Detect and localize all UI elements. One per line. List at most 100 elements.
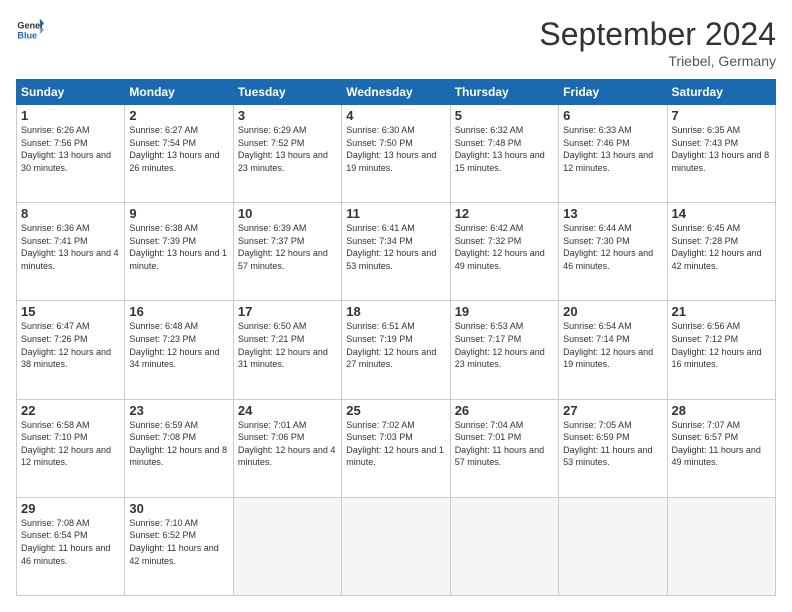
week-row-1: 1Sunrise: 6:26 AM Sunset: 7:56 PM Daylig… bbox=[17, 105, 776, 203]
day-cell: 4Sunrise: 6:30 AM Sunset: 7:50 PM Daylig… bbox=[342, 105, 450, 203]
day-info: Sunrise: 6:29 AM Sunset: 7:52 PM Dayligh… bbox=[238, 124, 337, 174]
day-info: Sunrise: 7:01 AM Sunset: 7:06 PM Dayligh… bbox=[238, 419, 337, 469]
week-row-5: 29Sunrise: 7:08 AM Sunset: 6:54 PM Dayli… bbox=[17, 497, 776, 595]
day-cell: 2Sunrise: 6:27 AM Sunset: 7:54 PM Daylig… bbox=[125, 105, 233, 203]
logo: General Blue bbox=[16, 16, 44, 44]
day-info: Sunrise: 7:07 AM Sunset: 6:57 PM Dayligh… bbox=[672, 419, 771, 469]
day-number: 13 bbox=[563, 206, 662, 221]
day-info: Sunrise: 6:59 AM Sunset: 7:08 PM Dayligh… bbox=[129, 419, 228, 469]
day-cell: 18Sunrise: 6:51 AM Sunset: 7:19 PM Dayli… bbox=[342, 301, 450, 399]
day-number: 6 bbox=[563, 108, 662, 123]
day-info: Sunrise: 7:10 AM Sunset: 6:52 PM Dayligh… bbox=[129, 517, 228, 567]
day-number: 2 bbox=[129, 108, 228, 123]
day-info: Sunrise: 6:48 AM Sunset: 7:23 PM Dayligh… bbox=[129, 320, 228, 370]
day-cell: 11Sunrise: 6:41 AM Sunset: 7:34 PM Dayli… bbox=[342, 203, 450, 301]
week-row-3: 15Sunrise: 6:47 AM Sunset: 7:26 PM Dayli… bbox=[17, 301, 776, 399]
day-cell: 16Sunrise: 6:48 AM Sunset: 7:23 PM Dayli… bbox=[125, 301, 233, 399]
day-number: 5 bbox=[455, 108, 554, 123]
day-info: Sunrise: 6:38 AM Sunset: 7:39 PM Dayligh… bbox=[129, 222, 228, 272]
day-cell: 13Sunrise: 6:44 AM Sunset: 7:30 PM Dayli… bbox=[559, 203, 667, 301]
day-number: 23 bbox=[129, 403, 228, 418]
day-number: 22 bbox=[21, 403, 120, 418]
day-info: Sunrise: 7:04 AM Sunset: 7:01 PM Dayligh… bbox=[455, 419, 554, 469]
day-number: 18 bbox=[346, 304, 445, 319]
day-cell: 25Sunrise: 7:02 AM Sunset: 7:03 PM Dayli… bbox=[342, 399, 450, 497]
day-cell bbox=[233, 497, 341, 595]
day-cell: 14Sunrise: 6:45 AM Sunset: 7:28 PM Dayli… bbox=[667, 203, 775, 301]
day-number: 17 bbox=[238, 304, 337, 319]
col-tuesday: Tuesday bbox=[233, 80, 341, 105]
day-number: 7 bbox=[672, 108, 771, 123]
day-number: 4 bbox=[346, 108, 445, 123]
day-cell: 10Sunrise: 6:39 AM Sunset: 7:37 PM Dayli… bbox=[233, 203, 341, 301]
day-cell: 27Sunrise: 7:05 AM Sunset: 6:59 PM Dayli… bbox=[559, 399, 667, 497]
day-number: 26 bbox=[455, 403, 554, 418]
location: Triebel, Germany bbox=[539, 53, 776, 69]
day-number: 16 bbox=[129, 304, 228, 319]
day-cell: 3Sunrise: 6:29 AM Sunset: 7:52 PM Daylig… bbox=[233, 105, 341, 203]
day-info: Sunrise: 6:56 AM Sunset: 7:12 PM Dayligh… bbox=[672, 320, 771, 370]
day-number: 30 bbox=[129, 501, 228, 516]
day-info: Sunrise: 6:47 AM Sunset: 7:26 PM Dayligh… bbox=[21, 320, 120, 370]
title-block: September 2024 Triebel, Germany bbox=[539, 16, 776, 69]
day-info: Sunrise: 6:26 AM Sunset: 7:56 PM Dayligh… bbox=[21, 124, 120, 174]
day-cell: 15Sunrise: 6:47 AM Sunset: 7:26 PM Dayli… bbox=[17, 301, 125, 399]
day-number: 20 bbox=[563, 304, 662, 319]
page: General Blue September 2024 Triebel, Ger… bbox=[0, 0, 792, 612]
day-number: 12 bbox=[455, 206, 554, 221]
week-row-4: 22Sunrise: 6:58 AM Sunset: 7:10 PM Dayli… bbox=[17, 399, 776, 497]
day-number: 14 bbox=[672, 206, 771, 221]
svg-text:Blue: Blue bbox=[17, 30, 37, 40]
calendar: Sunday Monday Tuesday Wednesday Thursday… bbox=[16, 79, 776, 596]
day-number: 27 bbox=[563, 403, 662, 418]
day-info: Sunrise: 7:08 AM Sunset: 6:54 PM Dayligh… bbox=[21, 517, 120, 567]
day-info: Sunrise: 7:02 AM Sunset: 7:03 PM Dayligh… bbox=[346, 419, 445, 469]
day-cell: 29Sunrise: 7:08 AM Sunset: 6:54 PM Dayli… bbox=[17, 497, 125, 595]
month-title: September 2024 bbox=[539, 16, 776, 53]
day-info: Sunrise: 6:27 AM Sunset: 7:54 PM Dayligh… bbox=[129, 124, 228, 174]
calendar-header-row: Sunday Monday Tuesday Wednesday Thursday… bbox=[17, 80, 776, 105]
day-info: Sunrise: 6:36 AM Sunset: 7:41 PM Dayligh… bbox=[21, 222, 120, 272]
day-cell bbox=[342, 497, 450, 595]
col-friday: Friday bbox=[559, 80, 667, 105]
day-cell: 21Sunrise: 6:56 AM Sunset: 7:12 PM Dayli… bbox=[667, 301, 775, 399]
day-number: 9 bbox=[129, 206, 228, 221]
day-info: Sunrise: 7:05 AM Sunset: 6:59 PM Dayligh… bbox=[563, 419, 662, 469]
day-cell: 5Sunrise: 6:32 AM Sunset: 7:48 PM Daylig… bbox=[450, 105, 558, 203]
col-monday: Monday bbox=[125, 80, 233, 105]
day-number: 24 bbox=[238, 403, 337, 418]
day-info: Sunrise: 6:30 AM Sunset: 7:50 PM Dayligh… bbox=[346, 124, 445, 174]
day-number: 25 bbox=[346, 403, 445, 418]
day-cell: 1Sunrise: 6:26 AM Sunset: 7:56 PM Daylig… bbox=[17, 105, 125, 203]
day-cell: 23Sunrise: 6:59 AM Sunset: 7:08 PM Dayli… bbox=[125, 399, 233, 497]
day-number: 10 bbox=[238, 206, 337, 221]
day-number: 1 bbox=[21, 108, 120, 123]
col-thursday: Thursday bbox=[450, 80, 558, 105]
day-cell: 20Sunrise: 6:54 AM Sunset: 7:14 PM Dayli… bbox=[559, 301, 667, 399]
day-cell: 8Sunrise: 6:36 AM Sunset: 7:41 PM Daylig… bbox=[17, 203, 125, 301]
day-cell: 17Sunrise: 6:50 AM Sunset: 7:21 PM Dayli… bbox=[233, 301, 341, 399]
day-cell: 26Sunrise: 7:04 AM Sunset: 7:01 PM Dayli… bbox=[450, 399, 558, 497]
logo-icon: General Blue bbox=[16, 16, 44, 44]
day-info: Sunrise: 6:39 AM Sunset: 7:37 PM Dayligh… bbox=[238, 222, 337, 272]
day-cell: 30Sunrise: 7:10 AM Sunset: 6:52 PM Dayli… bbox=[125, 497, 233, 595]
day-info: Sunrise: 6:51 AM Sunset: 7:19 PM Dayligh… bbox=[346, 320, 445, 370]
day-number: 11 bbox=[346, 206, 445, 221]
day-info: Sunrise: 6:35 AM Sunset: 7:43 PM Dayligh… bbox=[672, 124, 771, 174]
day-info: Sunrise: 6:53 AM Sunset: 7:17 PM Dayligh… bbox=[455, 320, 554, 370]
day-cell: 9Sunrise: 6:38 AM Sunset: 7:39 PM Daylig… bbox=[125, 203, 233, 301]
day-info: Sunrise: 6:32 AM Sunset: 7:48 PM Dayligh… bbox=[455, 124, 554, 174]
day-info: Sunrise: 6:45 AM Sunset: 7:28 PM Dayligh… bbox=[672, 222, 771, 272]
day-info: Sunrise: 6:44 AM Sunset: 7:30 PM Dayligh… bbox=[563, 222, 662, 272]
day-cell: 24Sunrise: 7:01 AM Sunset: 7:06 PM Dayli… bbox=[233, 399, 341, 497]
day-cell: 6Sunrise: 6:33 AM Sunset: 7:46 PM Daylig… bbox=[559, 105, 667, 203]
day-cell bbox=[667, 497, 775, 595]
day-cell: 7Sunrise: 6:35 AM Sunset: 7:43 PM Daylig… bbox=[667, 105, 775, 203]
day-cell: 19Sunrise: 6:53 AM Sunset: 7:17 PM Dayli… bbox=[450, 301, 558, 399]
col-sunday: Sunday bbox=[17, 80, 125, 105]
day-cell: 28Sunrise: 7:07 AM Sunset: 6:57 PM Dayli… bbox=[667, 399, 775, 497]
day-info: Sunrise: 6:50 AM Sunset: 7:21 PM Dayligh… bbox=[238, 320, 337, 370]
day-info: Sunrise: 6:42 AM Sunset: 7:32 PM Dayligh… bbox=[455, 222, 554, 272]
day-info: Sunrise: 6:58 AM Sunset: 7:10 PM Dayligh… bbox=[21, 419, 120, 469]
col-saturday: Saturday bbox=[667, 80, 775, 105]
